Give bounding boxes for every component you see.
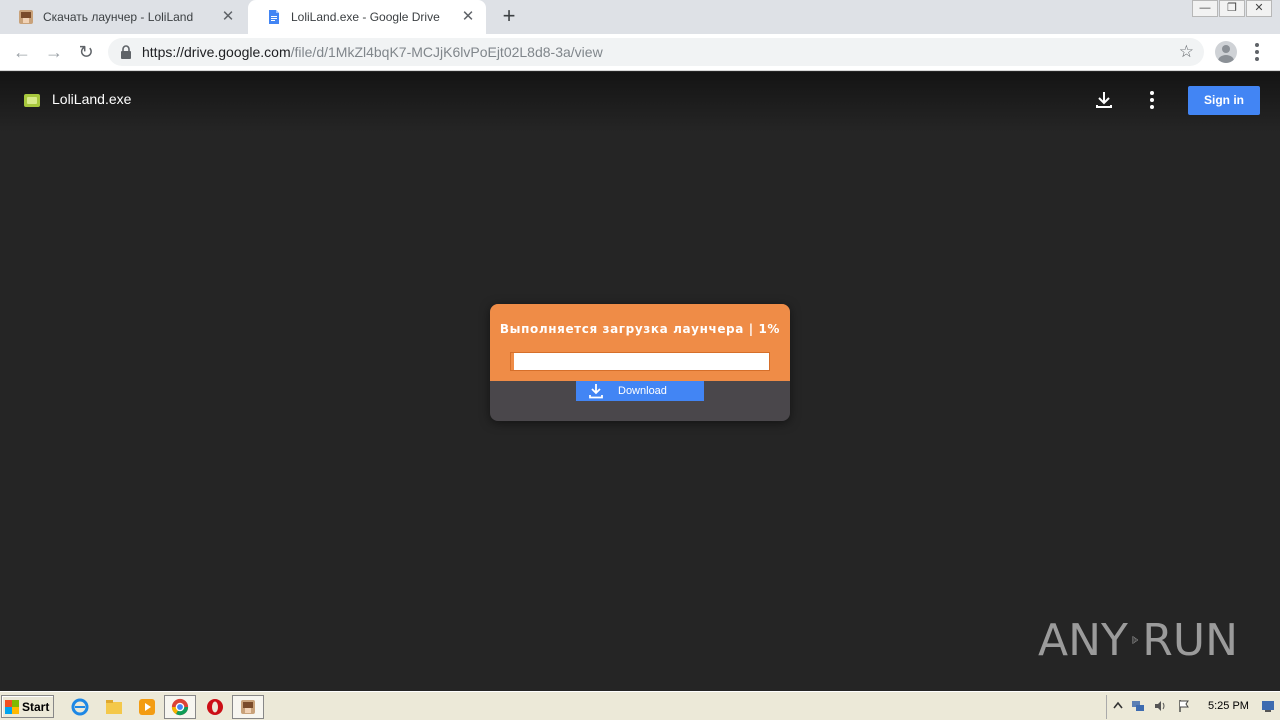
action-center-flag-icon[interactable] xyxy=(1177,699,1191,713)
more-options-icon[interactable] xyxy=(1148,91,1156,109)
tab-title: Скачать лаунчер - LoliLand xyxy=(43,10,194,24)
back-arrow-icon[interactable]: ← xyxy=(10,40,34,64)
viewer-header: LoliLand.exe Sign in xyxy=(0,72,1280,132)
sign-in-button[interactable]: Sign in xyxy=(1188,86,1260,115)
start-label: Start xyxy=(22,699,50,714)
modal-title: Выполняется загрузка лаунчера | 1% xyxy=(499,322,781,336)
tab-loliland[interactable]: Скачать лаунчер - LoliLand ✕ xyxy=(0,0,246,34)
window-controls: — ❐ ✕ xyxy=(1191,0,1272,17)
url-text: https://drive.google.com/file/d/1MkZl4bq… xyxy=(142,44,603,60)
reload-icon[interactable]: ↻ xyxy=(74,40,98,64)
drive-viewer: LoliLand.exe Sign in Выполняется загрузк… xyxy=(0,72,1280,691)
close-tab-icon[interactable]: ✕ xyxy=(460,9,476,25)
tab-title: LoliLand.exe - Google Drive xyxy=(291,10,440,24)
browser-toolbar: ← → ↻ https://drive.google.com/file/d/1M… xyxy=(0,34,1280,71)
close-window-button[interactable]: ✕ xyxy=(1246,0,1272,17)
media-player-icon[interactable] xyxy=(137,697,157,717)
forward-arrow-icon[interactable]: → xyxy=(42,40,66,64)
progress-bar xyxy=(510,352,770,371)
loliland-app-icon xyxy=(241,700,255,714)
watermark-run: RUN xyxy=(1142,614,1238,666)
tab-strip: Скачать лаунчер - LoliLand ✕ LoliLand.ex… xyxy=(0,0,1280,34)
network-icon[interactable] xyxy=(1131,699,1145,713)
google-docs-favicon-icon xyxy=(269,10,279,24)
windows-taskbar: Start 5:25 PM xyxy=(0,691,1280,720)
modal-header: Выполняется загрузка лаунчера | 1% xyxy=(490,304,790,381)
loliland-favicon-icon xyxy=(19,10,33,24)
minimize-button[interactable]: — xyxy=(1192,0,1218,17)
lock-icon xyxy=(121,45,131,59)
show-desktop-icon[interactable] xyxy=(1261,699,1275,713)
taskbar-chrome-button[interactable] xyxy=(164,695,196,719)
tab-google-drive[interactable]: LoliLand.exe - Google Drive ✕ xyxy=(248,0,486,34)
anyrun-watermark: ANY RUN xyxy=(1038,608,1238,672)
profile-avatar-icon[interactable] xyxy=(1215,41,1237,63)
taskbar-loliland-button[interactable] xyxy=(232,695,264,719)
play-logo-icon xyxy=(1132,636,1139,644)
system-clock: 5:25 PM xyxy=(1208,700,1249,712)
file-explorer-icon[interactable] xyxy=(104,697,124,717)
file-type-icon xyxy=(24,94,40,107)
chrome-icon xyxy=(171,698,189,716)
system-tray xyxy=(1106,695,1280,719)
launcher-download-modal: Выполняется загрузка лаунчера | 1% Downl… xyxy=(490,304,790,421)
url-path: /file/d/1MkZl4bqK7-MCJjK6lvPoEjt02L8d8-3… xyxy=(290,44,603,60)
bookmark-star-icon[interactable]: ☆ xyxy=(1179,42,1194,62)
internet-explorer-icon[interactable] xyxy=(70,697,90,717)
download-button[interactable]: Download xyxy=(576,381,704,401)
watermark-any: ANY xyxy=(1038,614,1128,666)
file-name: LoliLand.exe xyxy=(52,91,132,107)
opera-icon[interactable] xyxy=(205,697,225,717)
download-button-label: Download xyxy=(618,385,667,397)
new-tab-button[interactable]: + xyxy=(497,5,521,29)
progress-fill xyxy=(511,353,514,370)
download-arrow-icon xyxy=(589,384,603,399)
windows-logo-icon xyxy=(5,699,19,714)
start-button[interactable]: Start xyxy=(1,695,54,718)
close-tab-icon[interactable]: ✕ xyxy=(220,9,236,25)
volume-icon[interactable] xyxy=(1153,699,1167,713)
download-icon[interactable] xyxy=(1094,90,1114,110)
url-host: https://drive.google.com xyxy=(142,44,291,60)
restore-button[interactable]: ❐ xyxy=(1219,0,1245,17)
address-bar[interactable]: https://drive.google.com/file/d/1MkZl4bq… xyxy=(108,38,1204,66)
browser-menu-icon[interactable] xyxy=(1250,43,1264,61)
show-hidden-icons-icon[interactable] xyxy=(1111,699,1125,713)
